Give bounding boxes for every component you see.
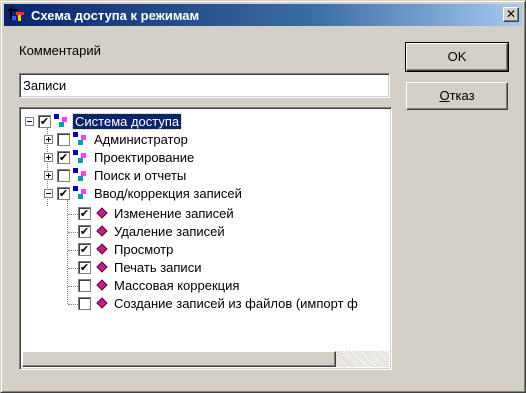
leaf-label: Удаление записей [114, 223, 225, 239]
leaf-checkbox[interactable]: ✔ [78, 206, 91, 220]
group-label: Администратор [94, 131, 188, 147]
group-label: Поиск и отчеты [94, 167, 187, 183]
tree-body: ✔ Система доступа Администратор ✔ Проект… [22, 110, 389, 351]
group-checkbox[interactable]: ✔ [57, 186, 70, 200]
tree-root[interactable]: ✔ Система доступа [25, 112, 183, 130]
tree-line [67, 200, 68, 304]
title-bar[interactable]: Схема доступа к режимам ✕ [4, 4, 522, 26]
close-button[interactable]: ✕ [503, 7, 519, 22]
mode-diamond-icon [96, 279, 108, 291]
group-node-icon [73, 150, 89, 164]
expand-toggle[interactable] [44, 170, 53, 180]
expand-toggle[interactable] [44, 134, 53, 144]
leaf-checkbox[interactable]: ✔ [78, 242, 91, 256]
group-node-icon [54, 114, 70, 128]
access-tree[interactable]: ✔ Система доступа Администратор ✔ Проект… [19, 107, 392, 370]
cancel-label: тказ [449, 88, 475, 103]
tree-line [68, 214, 78, 215]
mode-diamond-icon [96, 225, 108, 237]
tree-group[interactable]: Администратор [44, 130, 190, 148]
leaf-checkbox[interactable]: ✔ [78, 224, 91, 238]
comment-input[interactable] [19, 73, 390, 98]
comment-label: Комментарий [19, 43, 101, 58]
group-node-icon [73, 168, 89, 182]
tree-leaf[interactable]: Массовая коррекция [78, 276, 241, 294]
group-checkbox[interactable] [57, 168, 70, 182]
tree-leaf[interactable]: ✔ Просмотр [78, 240, 175, 258]
group-label: Проектирование [94, 149, 195, 165]
tree-line [68, 268, 78, 269]
mode-diamond-icon [96, 207, 108, 219]
tree-line [68, 286, 78, 287]
leaf-label: Изменение записей [114, 205, 234, 221]
mode-diamond-icon [96, 261, 108, 273]
cancel-button[interactable]: Отказ [406, 82, 508, 110]
tree-group[interactable]: Поиск и отчеты [44, 166, 188, 184]
tree-leaf[interactable]: Создание записей из файлов (импорт ф [78, 294, 360, 312]
group-checkbox[interactable]: ✔ [57, 150, 70, 164]
collapse-toggle[interactable] [25, 116, 34, 126]
leaf-checkbox[interactable] [78, 278, 91, 292]
dialog-window: Схема доступа к режимам ✕ Комментарий OK… [0, 0, 526, 393]
root-label: Система доступа [71, 112, 183, 130]
group-checkbox[interactable] [57, 132, 70, 146]
tree-leaf[interactable]: ✔ Изменение записей [78, 204, 236, 222]
app-icon [8, 7, 26, 23]
group-label: Ввод/коррекция записей [94, 185, 242, 201]
expand-toggle[interactable] [44, 152, 53, 162]
leaf-checkbox[interactable] [78, 296, 91, 310]
tree-line [68, 250, 78, 251]
leaf-label: Массовая коррекция [114, 277, 240, 293]
leaf-label: Создание записей из файлов (импорт ф [114, 295, 358, 311]
window-title: Схема доступа к режимам [31, 7, 200, 23]
tree-line [68, 304, 78, 305]
group-node-icon [73, 132, 89, 146]
mode-diamond-icon [96, 243, 108, 255]
horizontal-scrollbar[interactable] [22, 351, 389, 367]
leaf-label: Просмотр [114, 241, 174, 257]
leaf-checkbox[interactable]: ✔ [78, 260, 91, 274]
root-checkbox[interactable]: ✔ [38, 114, 51, 128]
scrollbar-thumb[interactable] [22, 351, 336, 367]
group-node-icon [73, 186, 89, 200]
tree-leaf[interactable]: ✔ Удаление записей [78, 222, 227, 240]
tree-leaf[interactable]: ✔ Печать записи [78, 258, 203, 276]
leaf-label: Печать записи [114, 259, 202, 275]
cancel-accelerator: О [439, 88, 450, 103]
mode-diamond-icon [96, 297, 108, 309]
tree-line [68, 232, 78, 233]
ok-button[interactable]: OK [405, 42, 509, 72]
tree-group[interactable]: ✔ Проектирование [44, 148, 196, 166]
tree-group[interactable]: ✔ Ввод/коррекция записей [44, 184, 244, 202]
collapse-toggle[interactable] [44, 188, 53, 198]
